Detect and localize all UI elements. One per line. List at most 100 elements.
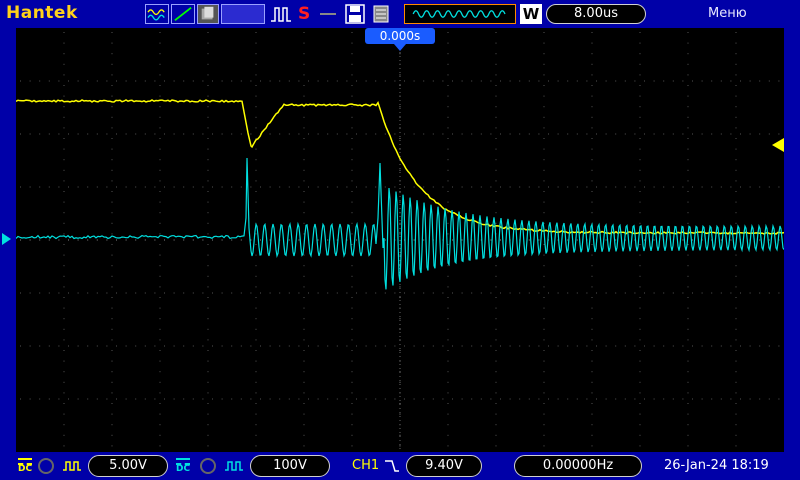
grid-dot (260, 81, 261, 82)
ch2-ground-marker[interactable] (2, 233, 11, 245)
grid-dot (640, 435, 641, 436)
grid-dot (592, 255, 593, 256)
grid-dot (544, 74, 545, 75)
grid-dot (615, 346, 616, 347)
ch1-scale[interactable]: 5.00V (88, 455, 168, 477)
grid-dot (404, 81, 405, 82)
grid-dot (39, 293, 40, 294)
grid-dot (97, 240, 98, 241)
grid-dot (112, 329, 113, 330)
grid-dot (496, 339, 497, 340)
menu-button[interactable]: Меню (708, 6, 747, 21)
grid-dot (231, 293, 232, 294)
grid-dot (640, 286, 641, 287)
grid-dot (78, 81, 79, 82)
grid-dot (544, 265, 545, 266)
grid-dot (702, 134, 703, 135)
grid-dot (544, 149, 545, 150)
w-label[interactable]: W (520, 4, 542, 24)
trigger-source[interactable]: CH1 (352, 458, 379, 473)
grid-dot (308, 187, 309, 188)
ch1-coupling: DC (18, 464, 32, 474)
grid-dot (352, 43, 353, 44)
grid-dot (592, 308, 593, 309)
trigger-level-marker[interactable] (772, 138, 784, 152)
grid-dot (736, 212, 737, 213)
grid-dot (327, 399, 328, 400)
grid-dot (304, 265, 305, 266)
grid-dot (442, 346, 443, 347)
grid-dot (279, 293, 280, 294)
grid-dot (736, 350, 737, 351)
grid-dot (30, 346, 31, 347)
grid-dot (496, 74, 497, 75)
grid-dot (270, 293, 271, 294)
trigger-level[interactable]: 9.40V (406, 455, 482, 477)
grid-dot (688, 32, 689, 33)
grid-dot (250, 81, 251, 82)
grid-dot (352, 233, 353, 234)
grid-dot (193, 81, 194, 82)
grid-dot (640, 53, 641, 54)
grid-dot (64, 127, 65, 128)
grid-dot (640, 297, 641, 298)
grid-dot (759, 293, 760, 294)
grid-dot (496, 286, 497, 287)
grid-dot (112, 244, 113, 245)
grid-dot (160, 74, 161, 75)
grid-dot (577, 81, 578, 82)
grid-dot (318, 293, 319, 294)
grid-dot (164, 293, 165, 294)
waveform-display[interactable] (16, 28, 784, 452)
grid-dot (442, 187, 443, 188)
grid-dot (544, 180, 545, 181)
grid-dot (606, 134, 607, 135)
grid-dot (30, 187, 31, 188)
stop-icon[interactable]: S (298, 4, 314, 24)
timebase-display[interactable]: 8.00us (546, 4, 646, 24)
grid-dot (592, 43, 593, 44)
grid-dot (644, 134, 645, 135)
grid-dot (586, 346, 587, 347)
grid-dot (78, 134, 79, 135)
persist-icon[interactable] (197, 4, 219, 24)
waveform-icon[interactable] (145, 4, 169, 24)
save-icon[interactable] (344, 4, 366, 24)
grid-dot (442, 134, 443, 135)
grid-dot (352, 414, 353, 415)
grid-dot (87, 81, 88, 82)
grid-dot (640, 276, 641, 277)
grid-dot (423, 293, 424, 294)
slope-icon[interactable] (171, 4, 195, 24)
grid-dot (640, 223, 641, 224)
grid-dot (448, 149, 449, 150)
grid-dot (231, 81, 232, 82)
grid-dot (112, 339, 113, 340)
grid-dot (448, 297, 449, 298)
grid-dot (135, 187, 136, 188)
grid-dot (544, 43, 545, 44)
grid-dot (519, 134, 520, 135)
grid-dot (736, 382, 737, 383)
grid-dot (688, 297, 689, 298)
ch2-scale[interactable]: 100V (250, 455, 330, 477)
grid-dot (640, 403, 641, 404)
grid-dot (640, 414, 641, 415)
grid-dot (160, 53, 161, 54)
grid-dot (222, 240, 223, 241)
grid-dot (39, 81, 40, 82)
grid-dot (145, 187, 146, 188)
grid-dot (64, 233, 65, 234)
grid-dot (400, 435, 401, 436)
grid-dot (736, 43, 737, 44)
grid-dot (592, 149, 593, 150)
grid-dot (208, 244, 209, 245)
grid-dot (126, 81, 127, 82)
grid-dot (112, 159, 113, 160)
grid-dot (112, 414, 113, 415)
grid-dot (423, 187, 424, 188)
grid-dot (404, 134, 405, 135)
grid-dot (304, 191, 305, 192)
window-icon[interactable] (404, 4, 516, 24)
grid-dot (346, 134, 347, 135)
